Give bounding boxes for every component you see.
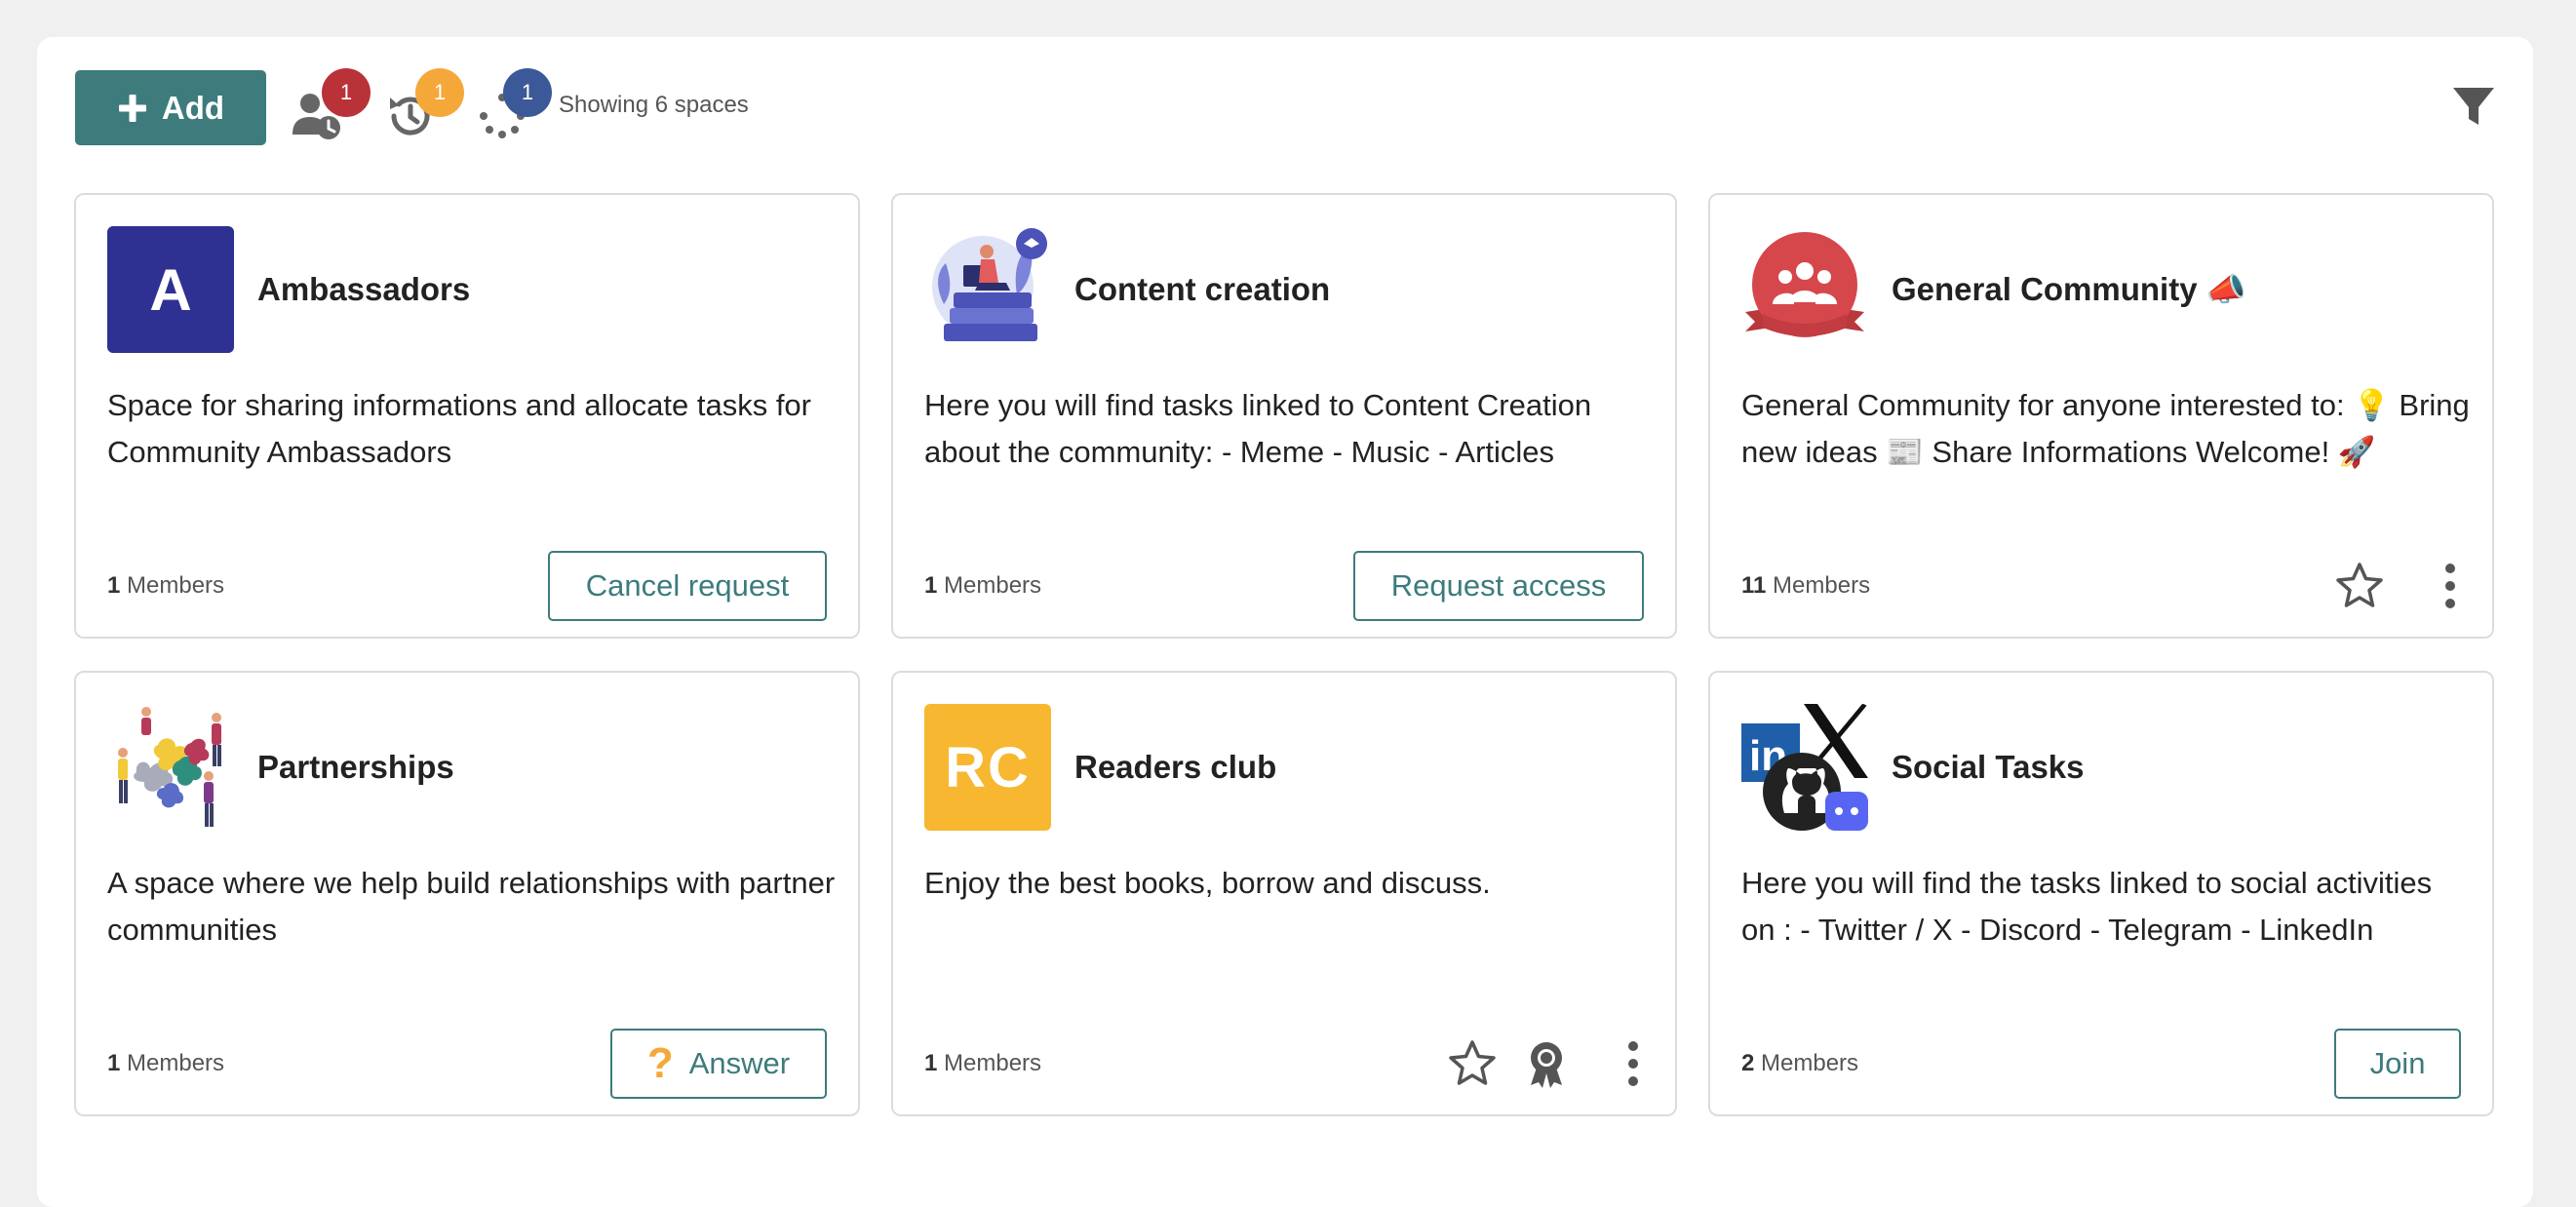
space-avatar: in bbox=[1741, 704, 1868, 831]
space-title[interactable]: Readers club bbox=[1074, 749, 1276, 786]
space-description: General Community for anyone interested … bbox=[1741, 388, 2470, 469]
puzzle-team-illustration bbox=[118, 707, 221, 827]
cancel-request-button[interactable]: Cancel request bbox=[548, 551, 827, 621]
question-mark-icon: ? bbox=[646, 1039, 674, 1087]
more-options-button[interactable] bbox=[2436, 561, 2465, 611]
social-logos-collage: in bbox=[1741, 704, 1868, 831]
filter-icon bbox=[2453, 88, 2494, 125]
space-title[interactable]: Social Tasks bbox=[1892, 749, 2085, 786]
star-outline-icon bbox=[2336, 563, 2383, 607]
space-avatar bbox=[924, 226, 1051, 353]
request-access-button[interactable]: Request access bbox=[1353, 551, 1644, 621]
avatar-initials: RC bbox=[945, 735, 1031, 799]
space-description: Here you will find tasks linked to Conte… bbox=[924, 388, 1592, 469]
space-title[interactable]: General Community 📣 bbox=[1892, 271, 2246, 309]
members-count[interactable]: 1 Members bbox=[107, 1050, 224, 1077]
loading-badge: 1 bbox=[503, 68, 552, 117]
space-card-partnerships[interactable]: Partnerships A space where we help build… bbox=[74, 671, 860, 1116]
members-count[interactable]: 11 Members bbox=[1741, 572, 1870, 600]
space-avatar bbox=[1741, 226, 1868, 353]
spaces-count-text: Showing 6 spaces bbox=[559, 92, 749, 118]
space-card-readers-club[interactable]: RC Readers club Enjoy the best books, bo… bbox=[891, 671, 1677, 1116]
space-avatar bbox=[107, 704, 234, 831]
star-outline-icon bbox=[1449, 1040, 1496, 1085]
members-count[interactable]: 2 Members bbox=[1741, 1050, 1858, 1077]
space-description: A space where we help build relationship… bbox=[107, 866, 836, 947]
members-count[interactable]: 1 Members bbox=[924, 572, 1041, 600]
space-avatar: A bbox=[107, 226, 234, 353]
vertical-dots-icon bbox=[2445, 564, 2455, 608]
add-space-button[interactable]: Add bbox=[75, 70, 266, 145]
members-count[interactable]: 1 Members bbox=[107, 572, 224, 600]
history-button[interactable]: 1 bbox=[384, 68, 464, 138]
loading-button[interactable]: 1 bbox=[476, 68, 552, 138]
space-description: Enjoy the best books, borrow and discuss… bbox=[924, 866, 1491, 900]
history-badge: 1 bbox=[415, 68, 464, 117]
favorite-star-button[interactable] bbox=[1447, 1038, 1498, 1089]
toolbar: Add 1 1 1 Showing 6 spaces bbox=[37, 37, 2533, 183]
vertical-dots-icon bbox=[1628, 1041, 1638, 1086]
space-description: Here you will find the tasks linked to s… bbox=[1741, 866, 2433, 947]
space-title[interactable]: Partnerships bbox=[257, 749, 454, 786]
space-card-content-creation[interactable]: Content creation Here you will find task… bbox=[891, 193, 1677, 639]
spaces-panel: Add 1 1 1 Showing 6 spaces A Ambassadors… bbox=[37, 37, 2533, 1207]
space-description: Space for sharing informations and alloc… bbox=[107, 388, 811, 469]
pending-members-badge: 1 bbox=[322, 68, 371, 117]
pending-members-button[interactable]: 1 bbox=[291, 68, 371, 139]
filter-button[interactable] bbox=[2451, 84, 2496, 129]
members-count[interactable]: 1 Members bbox=[924, 1050, 1041, 1077]
more-options-button[interactable] bbox=[1619, 1038, 1648, 1089]
space-title[interactable]: Content creation bbox=[1074, 271, 1330, 308]
join-button[interactable]: Join bbox=[2334, 1029, 2461, 1099]
badge-award-button[interactable] bbox=[1521, 1038, 1572, 1089]
add-label: Add bbox=[161, 89, 225, 126]
favorite-star-button[interactable] bbox=[2334, 561, 2385, 611]
award-ribbon-icon bbox=[1531, 1042, 1562, 1088]
community-badge-icon bbox=[1745, 232, 1864, 337]
space-card-general-community[interactable]: General Community 📣 General Community fo… bbox=[1708, 193, 2494, 639]
space-card-social-tasks[interactable]: in Social Tasks Here you will find the t… bbox=[1708, 671, 2494, 1116]
space-avatar: RC bbox=[924, 704, 1051, 831]
space-card-ambassadors[interactable]: A Ambassadors Space for sharing informat… bbox=[74, 193, 860, 639]
space-title[interactable]: Ambassadors bbox=[257, 271, 470, 308]
answer-label: Answer bbox=[688, 1046, 791, 1080]
answer-invitation-button[interactable]: ? Answer bbox=[610, 1029, 827, 1099]
reading-person-illustration bbox=[932, 228, 1047, 341]
avatar-initials: A bbox=[149, 256, 192, 323]
plus-icon bbox=[118, 94, 146, 122]
